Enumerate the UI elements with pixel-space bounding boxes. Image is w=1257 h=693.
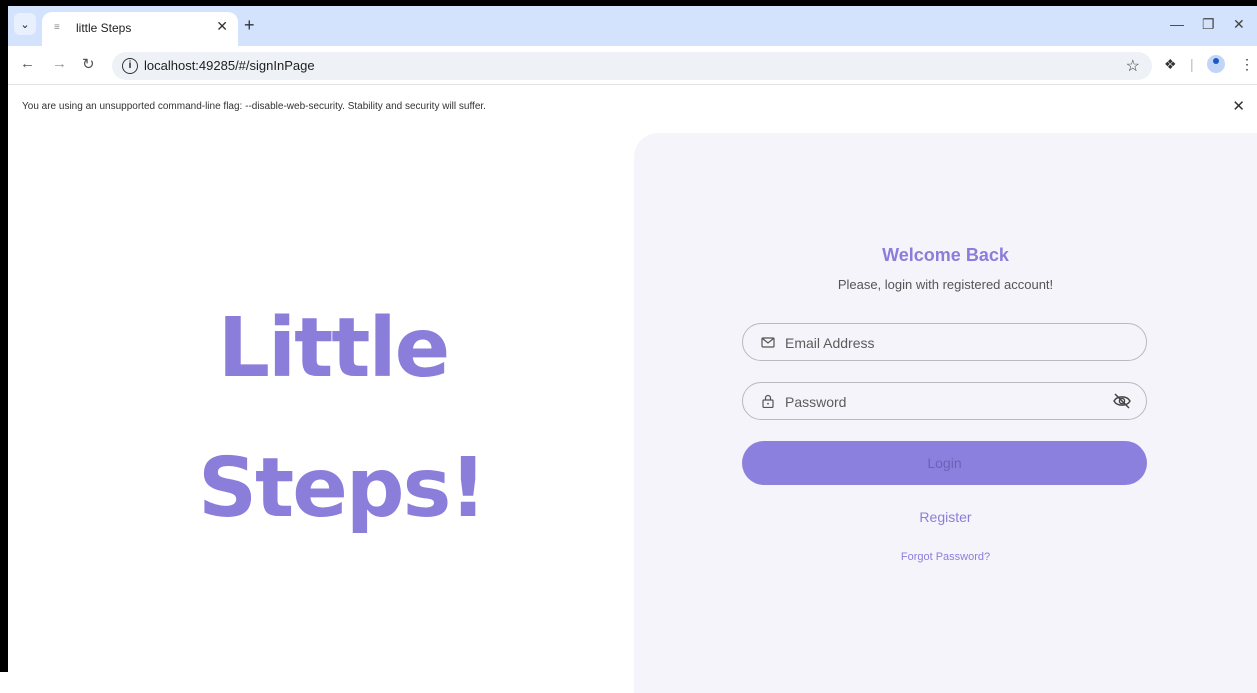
tab-search-button[interactable]: ⌄ [14,13,36,35]
info-icon[interactable]: i [122,58,138,74]
favicon-icon: ≡ [54,22,60,33]
infobar-message: You are using an unsupported command-lin… [22,101,486,112]
mail-icon [761,337,775,348]
brand-line-1: Little [217,301,450,396]
extensions-icon[interactable]: ❖ [1164,56,1177,73]
email-input[interactable] [783,332,1107,354]
restore-icon[interactable]: ❐ [1202,16,1215,33]
forward-icon[interactable]: → [52,55,67,72]
reload-icon[interactable]: ↻ [82,55,95,73]
address-bar[interactable]: i localhost:49285/#/signInPage ☆ [112,52,1152,80]
brand-logo: Little Steps! [198,279,487,559]
login-button[interactable]: Login [742,441,1147,485]
login-subtitle: Please, login with registered account! [837,277,1054,292]
toolbar-divider: | [1190,56,1194,72]
password-input[interactable] [783,391,1107,413]
register-link[interactable]: Register [634,509,1257,525]
brand-line-2: Steps! [198,441,487,536]
tab-active[interactable]: ≡ little Steps ✕ [42,12,238,46]
eye-off-icon[interactable] [1112,392,1132,410]
infobar-close-icon[interactable]: ✕ [1232,97,1245,115]
infobar: You are using an unsupported command-lin… [8,84,1257,130]
window-frame: ⌄ ≡ little Steps ✕ + — ❐ ✕ ← → ↻ i local… [0,0,1257,693]
new-tab-button[interactable]: + [244,15,255,36]
password-field[interactable] [742,382,1147,420]
url-text[interactable]: localhost:49285/#/signInPage [144,58,315,73]
menu-icon[interactable]: ⋮ [1240,56,1254,73]
tab-title: little Steps [76,21,132,35]
star-icon[interactable]: ☆ [1126,56,1140,76]
welcome-title: Welcome Back [882,245,1009,265]
login-panel: Welcome Back Please, login with register… [634,133,1257,693]
minimize-icon[interactable]: — [1170,16,1184,32]
lock-icon [762,394,774,408]
chevron-down-icon: ⌄ [20,18,30,31]
app-content: Little Steps! Welcome Back Please, login… [8,129,1257,693]
email-field[interactable] [742,323,1147,361]
window-close-icon[interactable]: ✕ [1233,16,1245,33]
back-icon[interactable]: ← [20,55,35,72]
tab-strip: ⌄ ≡ little Steps ✕ + — ❐ ✕ [8,6,1257,46]
forgot-password-link[interactable]: Forgot Password? [634,551,1257,563]
tab-close-icon[interactable]: ✕ [216,18,228,35]
browser-toolbar: ← → ↻ i localhost:49285/#/signInPage ☆ ❖… [8,46,1257,84]
profile-icon[interactable] [1207,55,1225,73]
